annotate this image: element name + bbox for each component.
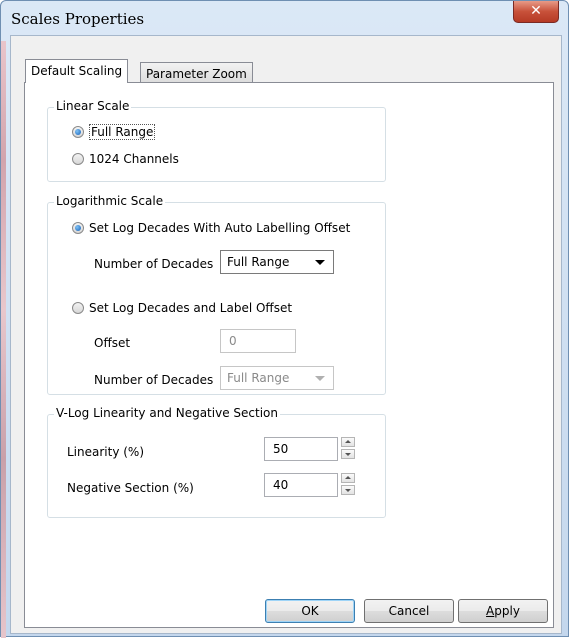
radio-label: 1024 Channels — [89, 152, 179, 166]
dialog-client-area: Default Scaling Parameter Zoom Linear Sc… — [10, 35, 562, 634]
group-legend: Logarithmic Scale — [54, 194, 166, 208]
manual-decades-dropdown[interactable]: Full Range — [220, 366, 334, 390]
radio-1024-channels[interactable]: 1024 Channels — [72, 152, 179, 166]
button-label: OK — [301, 604, 319, 618]
logarithmic-scale-group: Logarithmic Scale Set Log Decades With A… — [47, 194, 386, 395]
tab-panel-default-scaling: Linear Scale Full Range 1024 Channels Lo… — [24, 82, 554, 628]
chevron-down-icon — [315, 260, 325, 265]
radio-button-icon[interactable] — [72, 153, 84, 165]
negative-section-spinner[interactable] — [341, 473, 357, 497]
chevron-down-icon — [315, 376, 325, 381]
close-button[interactable]: ✕ — [513, 1, 559, 23]
radio-label: Full Range — [89, 124, 156, 140]
spin-down-icon[interactable] — [341, 449, 355, 459]
close-icon: ✕ — [530, 3, 542, 19]
button-label: Cancel — [388, 604, 430, 618]
linearity-field[interactable]: 50 — [264, 437, 338, 461]
offset-label: Offset — [94, 336, 131, 350]
tab-default-scaling[interactable]: Default Scaling — [25, 59, 129, 83]
window-edge-decoration — [1, 41, 6, 638]
manual-decades-label: Number of Decades — [94, 373, 214, 387]
radio-button-selected-icon[interactable] — [72, 222, 84, 234]
spin-up-icon[interactable] — [341, 473, 355, 483]
linearity-spinner[interactable] — [341, 437, 357, 461]
spin-up-icon[interactable] — [341, 437, 355, 447]
button-label: pply — [494, 604, 520, 618]
radio-button-selected-icon[interactable] — [72, 126, 84, 138]
radio-log-decades-label-offset[interactable]: Set Log Decades and Label Offset — [72, 301, 292, 315]
dropdown-value: Full Range — [227, 255, 290, 269]
title-bar[interactable]: Scales Properties ✕ — [1, 1, 568, 35]
vlog-group: V-Log Linearity and Negative Section Lin… — [47, 406, 386, 518]
spin-down-icon[interactable] — [341, 485, 355, 495]
radio-auto-labelling-offset[interactable]: Set Log Decades With Auto Labelling Offs… — [72, 221, 350, 235]
apply-button[interactable]: Apply — [458, 599, 548, 623]
window-title: Scales Properties — [11, 10, 145, 28]
linear-scale-group: Linear Scale Full Range 1024 Channels — [47, 99, 386, 182]
group-legend: Linear Scale — [54, 99, 132, 113]
negative-section-label: Negative Section (%) — [67, 481, 194, 495]
auto-decades-dropdown[interactable]: Full Range — [220, 250, 334, 274]
cancel-button[interactable]: Cancel — [364, 599, 454, 623]
radio-full-range[interactable]: Full Range — [72, 124, 156, 140]
tab-label: Default Scaling — [31, 64, 123, 78]
radio-button-icon[interactable] — [72, 302, 84, 314]
group-legend: V-Log Linearity and Negative Section — [54, 406, 280, 420]
linearity-label: Linearity (%) — [67, 445, 145, 459]
dropdown-value: Full Range — [227, 371, 290, 385]
ok-button[interactable]: OK — [265, 599, 355, 623]
radio-label: Set Log Decades and Label Offset — [89, 301, 293, 315]
radio-label: Set Log Decades With Auto Labelling Offs… — [89, 221, 351, 235]
scales-properties-dialog: Scales Properties ✕ Default Scaling Para… — [0, 0, 569, 638]
negative-section-field[interactable]: 40 — [264, 473, 338, 497]
tab-label: Parameter Zoom — [146, 67, 247, 81]
tab-parameter-zoom[interactable]: Parameter Zoom — [140, 62, 253, 83]
offset-field[interactable]: 0 — [220, 329, 296, 353]
auto-decades-label: Number of Decades — [94, 257, 214, 271]
